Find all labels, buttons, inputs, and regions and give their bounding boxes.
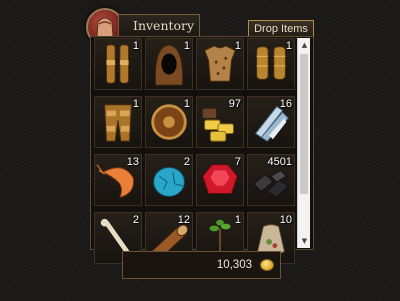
item-count: 7 <box>234 156 241 168</box>
inventory-slot[interactable]: 2 <box>145 154 193 206</box>
inventory-slot[interactable]: 1 <box>145 38 193 90</box>
inventory-grid: 1 1 1 1 1 1 97 16 13 2 7 4501 2 12 1 10 <box>94 38 295 264</box>
item-count: 2 <box>183 156 190 168</box>
window-title: Inventory <box>118 14 200 36</box>
inventory-slot[interactable]: 4501 <box>247 154 295 206</box>
item-count: 1 <box>183 40 190 52</box>
inventory-slot[interactable]: 16 <box>247 96 295 148</box>
inventory-slot[interactable]: 7 <box>196 154 244 206</box>
scroll-down-icon[interactable]: ▼ <box>298 235 311 247</box>
item-count: 16 <box>279 98 292 110</box>
inventory-slot[interactable]: 1 <box>247 38 295 90</box>
inventory-slot[interactable]: 97 <box>196 96 244 148</box>
inventory-slot[interactable]: 1 <box>145 96 193 148</box>
scroll-up-icon[interactable]: ▲ <box>298 39 311 51</box>
scrollbar-thumb[interactable] <box>300 54 308 194</box>
item-count: 13 <box>126 156 139 168</box>
inventory-slot[interactable]: 1 <box>94 38 142 90</box>
inventory-slot[interactable]: 13 <box>94 154 142 206</box>
item-count: 97 <box>228 98 241 110</box>
item-count: 1 <box>132 40 139 52</box>
item-count: 2 <box>132 214 139 226</box>
currency-bar: 10,303 <box>122 251 281 279</box>
drop-items-button[interactable]: Drop Items <box>248 20 314 37</box>
item-count: 1 <box>132 98 139 110</box>
item-count: 1 <box>285 40 292 52</box>
inventory-scrollbar[interactable]: ▲ ▼ <box>297 38 310 248</box>
item-count: 1 <box>183 98 190 110</box>
gold-coin-icon <box>260 259 274 271</box>
inventory-slot[interactable]: 1 <box>196 38 244 90</box>
inventory-slot[interactable]: 1 <box>94 96 142 148</box>
gold-amount: 10,303 <box>216 259 252 271</box>
item-count: 1 <box>234 214 241 226</box>
item-count: 12 <box>177 214 190 226</box>
item-count: 10 <box>279 214 292 226</box>
item-count: 1 <box>234 40 241 52</box>
item-count: 4501 <box>267 156 292 168</box>
